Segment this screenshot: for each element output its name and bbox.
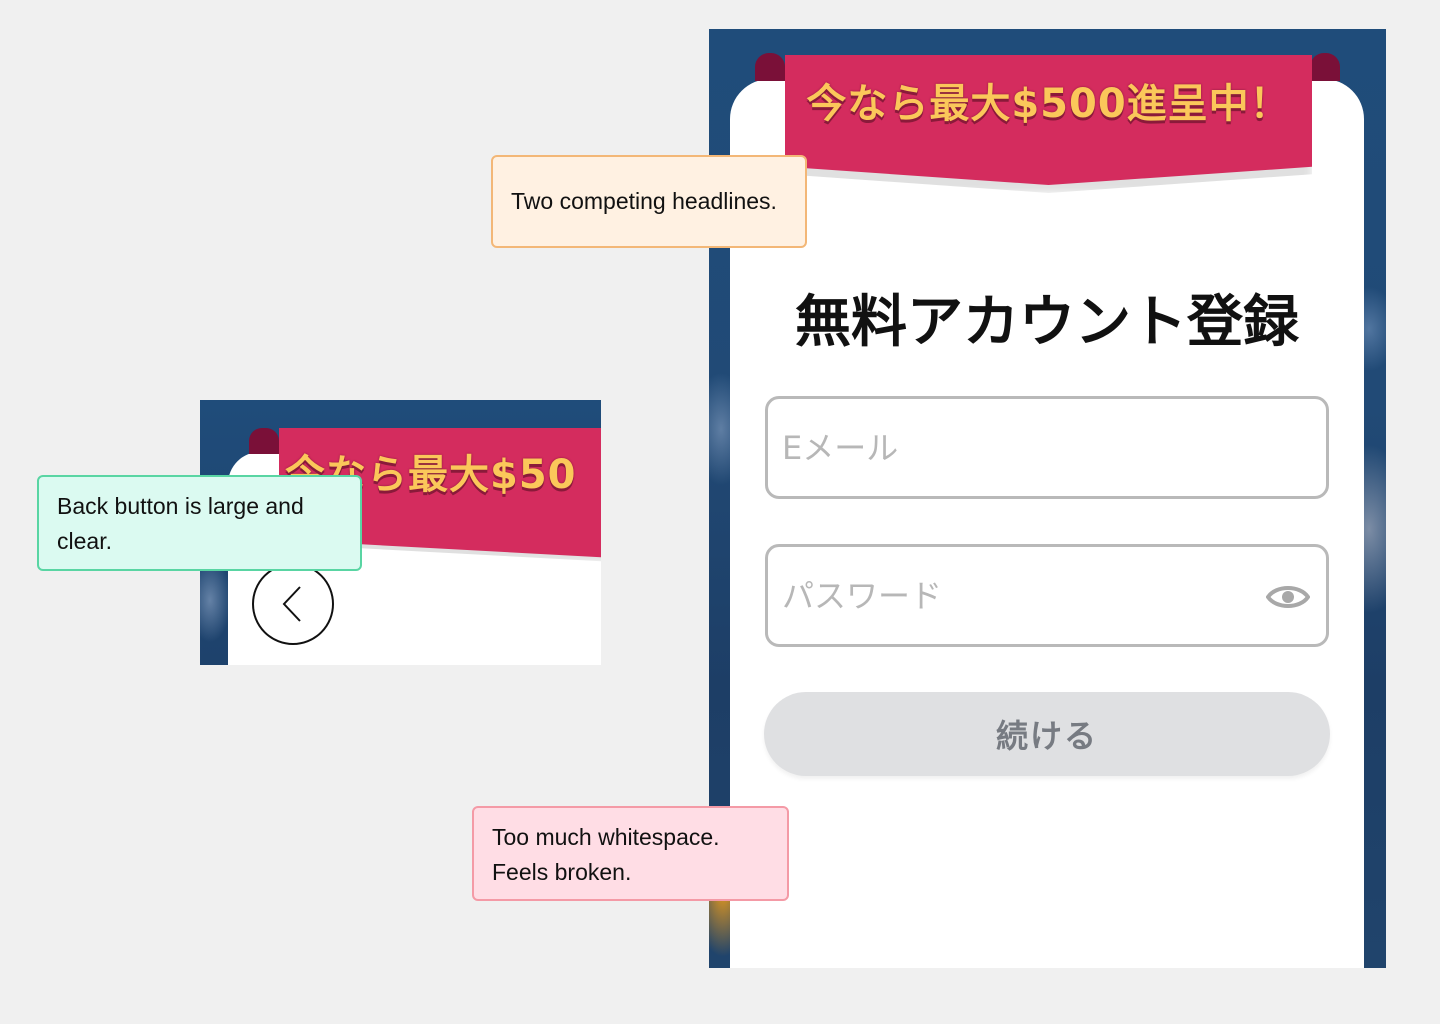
annotation-note: Back button is large and clear. — [37, 475, 362, 571]
ribbon-curl-left — [755, 53, 785, 81]
email-field[interactable] — [765, 396, 1329, 499]
promo-ribbon: 今なら最大$500進呈中！ — [785, 55, 1312, 185]
email-input[interactable] — [782, 399, 1326, 496]
eye-icon[interactable] — [1266, 583, 1310, 611]
signup-screen: 今なら最大$500進呈中！ 無料アカウント登録 続ける — [709, 29, 1386, 968]
annotation-note: Too much whitespace. Feels broken. — [472, 806, 789, 901]
password-input[interactable] — [782, 547, 1326, 644]
annotation-text: Too much whitespace. Feels broken. — [492, 824, 720, 885]
promo-banner-text: 今なら最大$500進呈中！ — [806, 81, 1291, 127]
password-field[interactable] — [765, 544, 1329, 647]
chevron-left-icon — [282, 586, 301, 622]
annotation-note: Two competing headlines. — [491, 155, 807, 248]
back-button[interactable] — [252, 563, 334, 645]
continue-button[interactable]: 続ける — [764, 692, 1330, 776]
page-title: 無料アカウント登録 — [795, 290, 1299, 355]
annotation-text: Back button is large and clear. — [57, 493, 304, 554]
signup-card — [730, 79, 1364, 968]
ribbon-curl — [249, 428, 279, 454]
annotation-text: Two competing headlines. — [511, 188, 777, 214]
ribbon-curl-right — [1310, 53, 1340, 81]
